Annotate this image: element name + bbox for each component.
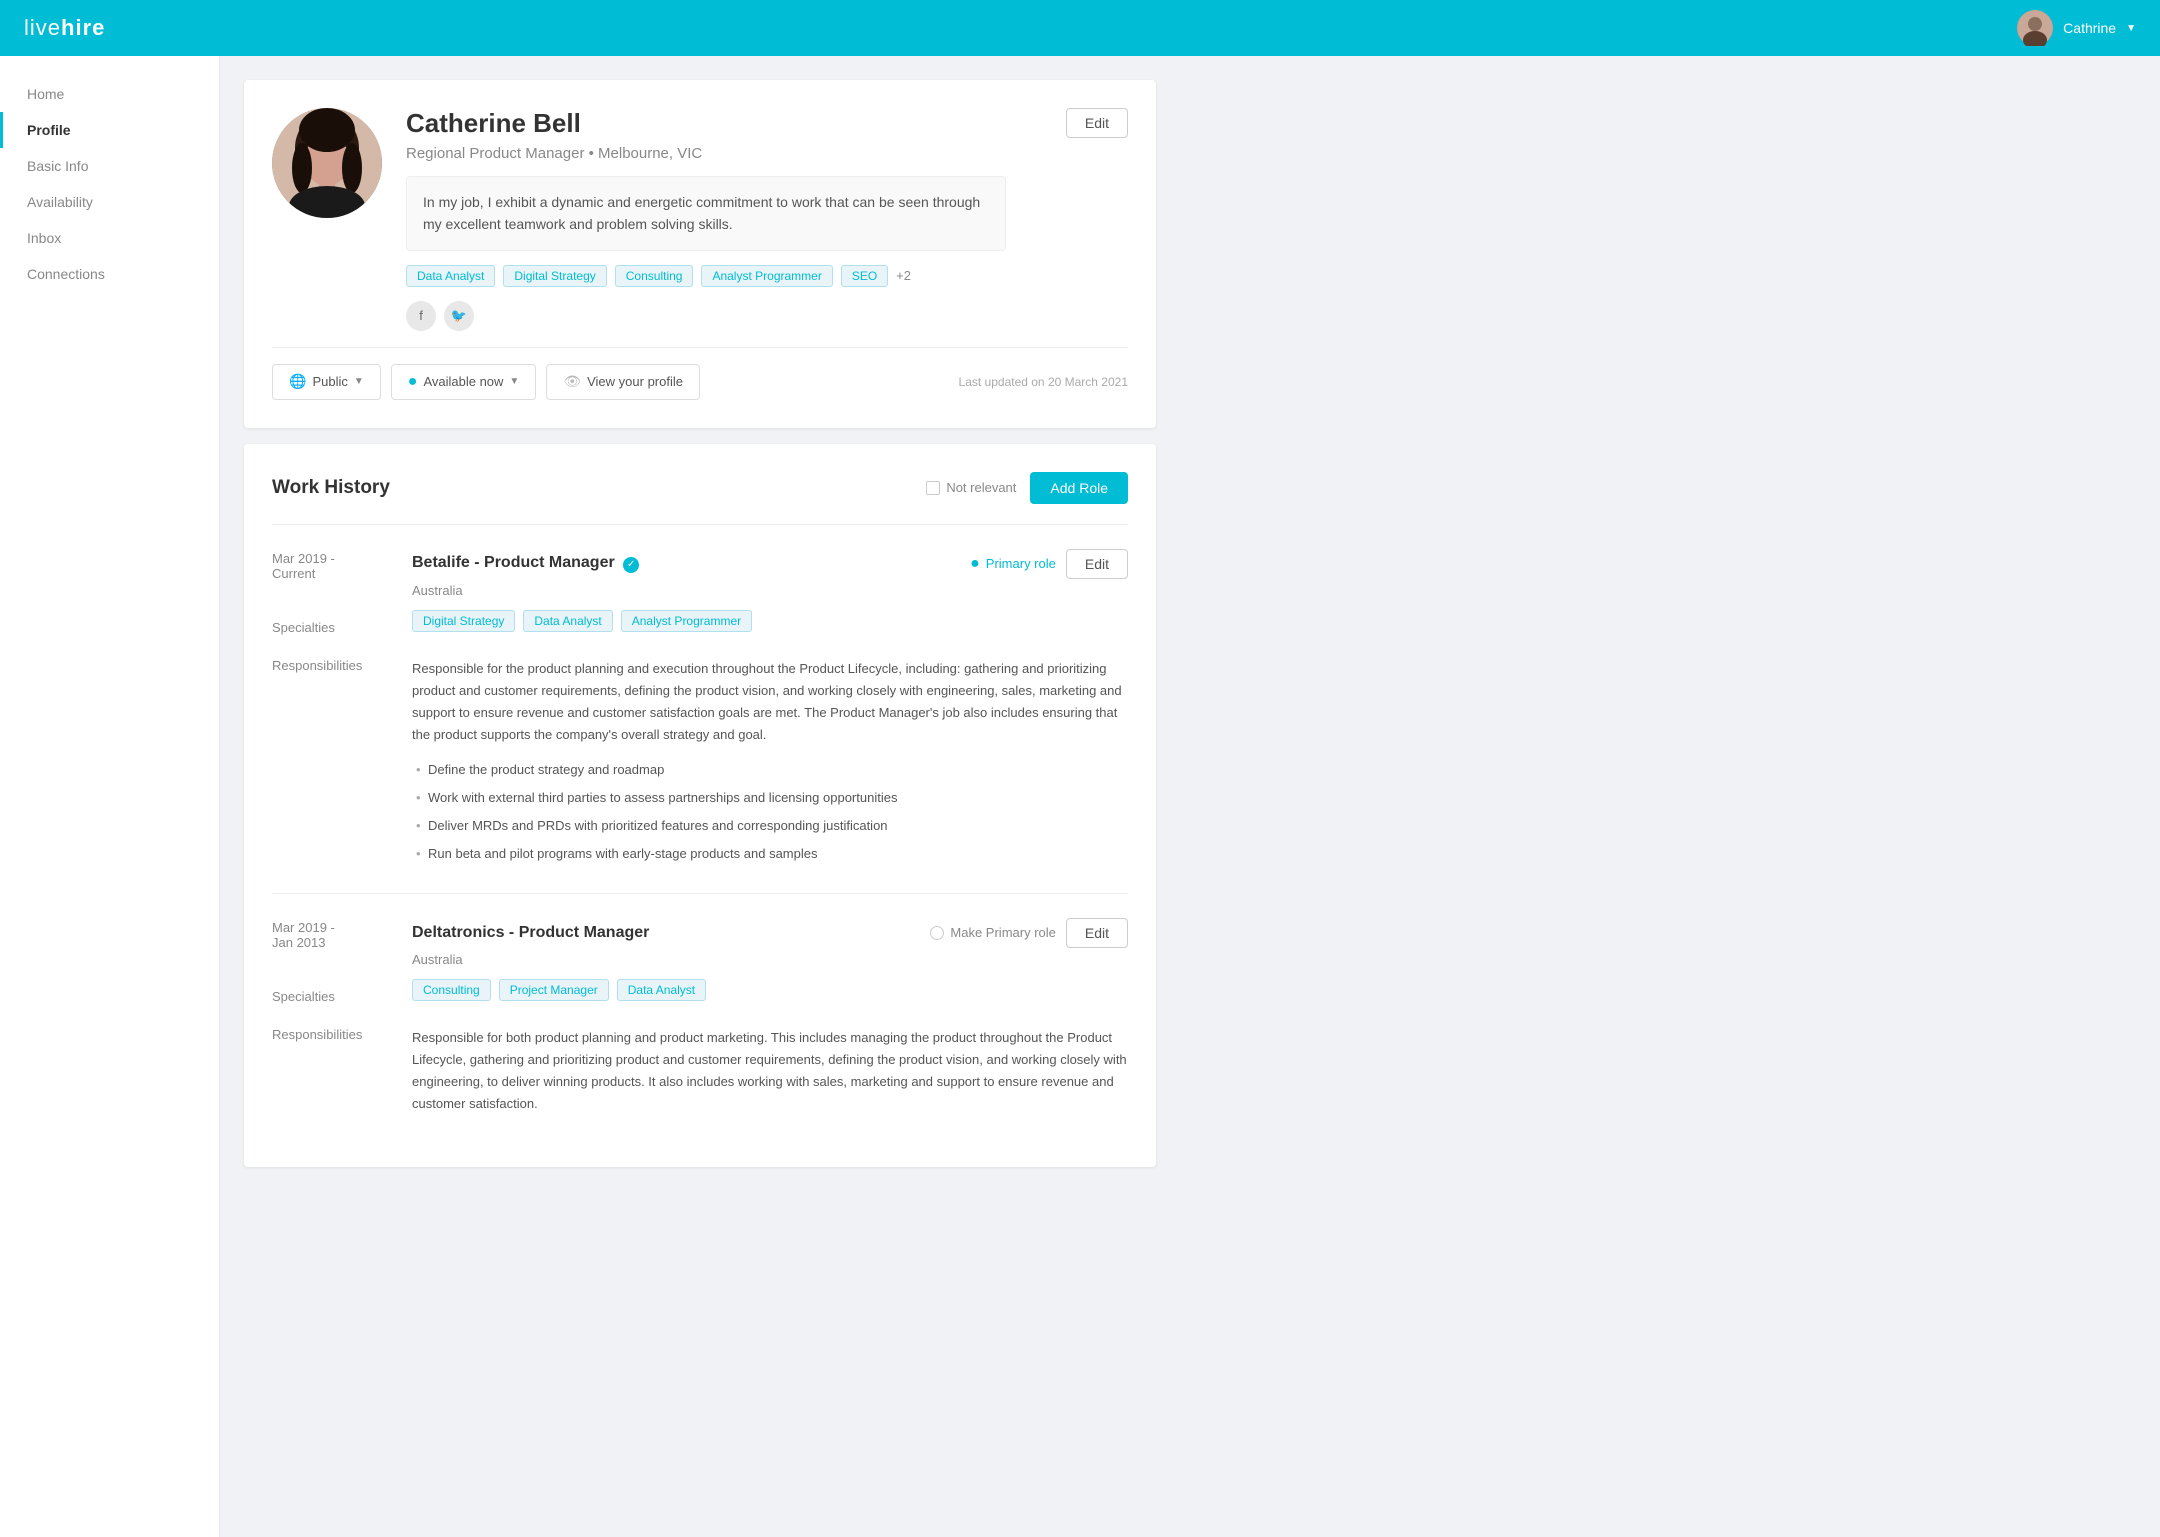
work-history-title: Work History: [272, 477, 390, 499]
work-location-2: Australia: [412, 952, 1128, 967]
primary-role-dot-icon: ●: [970, 555, 980, 573]
spec-tag-1-0: Digital Strategy: [412, 610, 515, 632]
profile-card: Catherine Bell Regional Product Manager …: [244, 80, 1156, 428]
specialties-label-1: Specialties: [272, 620, 392, 635]
top-navigation: livehire Cathrine ▼: [0, 0, 2160, 56]
spec-tag-1-2: Analyst Programmer: [621, 610, 752, 632]
not-relevant-label[interactable]: Not relevant: [926, 480, 1016, 495]
sidebar-item-inbox[interactable]: Inbox: [0, 220, 219, 256]
facebook-icon[interactable]: f: [406, 301, 436, 331]
tag-data-analyst: Data Analyst: [406, 265, 495, 287]
work-history-actions: Not relevant Add Role: [926, 472, 1128, 504]
spec-tag-1-1: Data Analyst: [523, 610, 612, 632]
not-relevant-checkbox[interactable]: [926, 481, 940, 495]
tag-analyst-programmer: Analyst Programmer: [701, 265, 832, 287]
work-location-1: Australia: [412, 583, 1128, 598]
user-name: Cathrine: [2063, 20, 2116, 36]
resp-list-item-1-0: Define the product strategy and roadmap: [412, 756, 1128, 784]
profile-edit-button[interactable]: Edit: [1066, 108, 1128, 138]
work-entry-deltatronics: Mar 2019 - Jan 2013 Deltatronics - Produ…: [272, 893, 1128, 1139]
social-icons: f 🐦: [406, 301, 1066, 331]
brand-logo[interactable]: livehire: [24, 15, 105, 41]
make-primary-radio[interactable]: [930, 926, 944, 940]
visibility-chevron-icon: ▼: [354, 376, 364, 387]
tags-more: +2: [896, 268, 911, 283]
available-dot-icon: ●: [408, 373, 418, 391]
make-primary-label: Make Primary role: [930, 925, 1055, 940]
specialties-tags-1: Digital Strategy Data Analyst Analyst Pr…: [412, 610, 1128, 632]
profile-name: Catherine Bell: [406, 108, 1066, 139]
work-entry-betalife: Mar 2019 - Current Betalife - Product Ma…: [272, 524, 1128, 893]
work-company-2: Deltatronics - Product Manager: [412, 924, 649, 941]
work-date-1: Mar 2019 - Current: [272, 549, 392, 610]
primary-role-badge: ● Primary role: [970, 555, 1056, 573]
sidebar: Home Profile Basic Info Availability Inb…: [0, 56, 220, 1537]
responsibilities-text-1: Responsible for the product planning and…: [412, 658, 1128, 869]
sidebar-item-connections[interactable]: Connections: [0, 256, 219, 292]
profile-avatar: [272, 108, 382, 218]
responsibilities-list-1: Define the product strategy and roadmap …: [412, 756, 1128, 868]
profile-bio: In my job, I exhibit a dynamic and energ…: [406, 176, 1006, 251]
work-company-1: Betalife - Product Manager ✓: [412, 554, 639, 571]
sidebar-item-availability[interactable]: Availability: [0, 184, 219, 220]
spec-tag-2-0: Consulting: [412, 979, 491, 1001]
view-profile-label: View your profile: [587, 374, 683, 389]
work-history-card: Work History Not relevant Add Role Mar 2…: [244, 444, 1156, 1167]
work-entry-2-edit-button[interactable]: Edit: [1066, 918, 1128, 948]
view-profile-button[interactable]: 👁 View your profile: [546, 364, 700, 400]
tag-consulting: Consulting: [615, 265, 694, 287]
profile-action-bar: 🌐 Public ▼ ● Available now ▼ 👁 View your…: [272, 347, 1128, 400]
availability-chevron-icon: ▼: [509, 376, 519, 387]
responsibilities-row-1: Responsibilities Responsible for the pro…: [272, 658, 1128, 869]
globe-icon: 🌐: [289, 373, 306, 390]
specialties-label-2: Specialties: [272, 989, 392, 1004]
user-menu[interactable]: Cathrine ▼: [2017, 10, 2136, 46]
tag-digital-strategy: Digital Strategy: [503, 265, 606, 287]
spec-tag-2-2: Data Analyst: [617, 979, 706, 1001]
twitter-icon[interactable]: 🐦: [444, 301, 474, 331]
main-content: Catherine Bell Regional Product Manager …: [220, 56, 1180, 1537]
add-role-button[interactable]: Add Role: [1030, 472, 1128, 504]
specialties-row-1: Specialties Digital Strategy Data Analys…: [272, 610, 1128, 646]
work-entry-1-edit-button[interactable]: Edit: [1066, 549, 1128, 579]
availability-dropdown[interactable]: ● Available now ▼: [391, 364, 537, 400]
resp-list-item-1-3: Run beta and pilot programs with early-s…: [412, 840, 1128, 868]
work-actions-1: ● Primary role Edit: [970, 549, 1128, 579]
last-updated-text: Last updated on 20 March 2021: [959, 375, 1128, 389]
resp-list-item-1-2: Deliver MRDs and PRDs with prioritized f…: [412, 812, 1128, 840]
sidebar-item-home[interactable]: Home: [0, 76, 219, 112]
profile-info: Catherine Bell Regional Product Manager …: [406, 108, 1066, 331]
avatar: [2017, 10, 2053, 46]
profile-tags: Data Analyst Digital Strategy Consulting…: [406, 265, 1066, 287]
profile-title-location: Regional Product Manager • Melbourne, VI…: [406, 145, 1066, 162]
visibility-dropdown[interactable]: 🌐 Public ▼: [272, 364, 381, 400]
tag-seo: SEO: [841, 265, 888, 287]
work-actions-2: Make Primary role Edit: [930, 918, 1128, 948]
specialties-row-2: Specialties Consulting Project Manager D…: [272, 979, 1128, 1015]
chevron-down-icon: ▼: [2126, 23, 2136, 34]
responsibilities-row-2: Responsibilities Responsible for both pr…: [272, 1027, 1128, 1115]
spec-tag-2-1: Project Manager: [499, 979, 609, 1001]
work-date-2: Mar 2019 - Jan 2013: [272, 918, 392, 979]
work-history-header: Work History Not relevant Add Role: [272, 472, 1128, 504]
responsibilities-label-2: Responsibilities: [272, 1027, 392, 1115]
eye-icon: 👁: [563, 373, 581, 390]
sidebar-item-profile[interactable]: Profile: [0, 112, 219, 148]
specialties-tags-2: Consulting Project Manager Data Analyst: [412, 979, 1128, 1001]
responsibilities-label-1: Responsibilities: [272, 658, 392, 869]
availability-label: Available now: [423, 374, 503, 389]
responsibilities-text-2: Responsible for both product planning an…: [412, 1027, 1128, 1115]
resp-list-item-1-1: Work with external third parties to asse…: [412, 784, 1128, 812]
visibility-label: Public: [312, 374, 347, 389]
sidebar-item-basic-info[interactable]: Basic Info: [0, 148, 219, 184]
